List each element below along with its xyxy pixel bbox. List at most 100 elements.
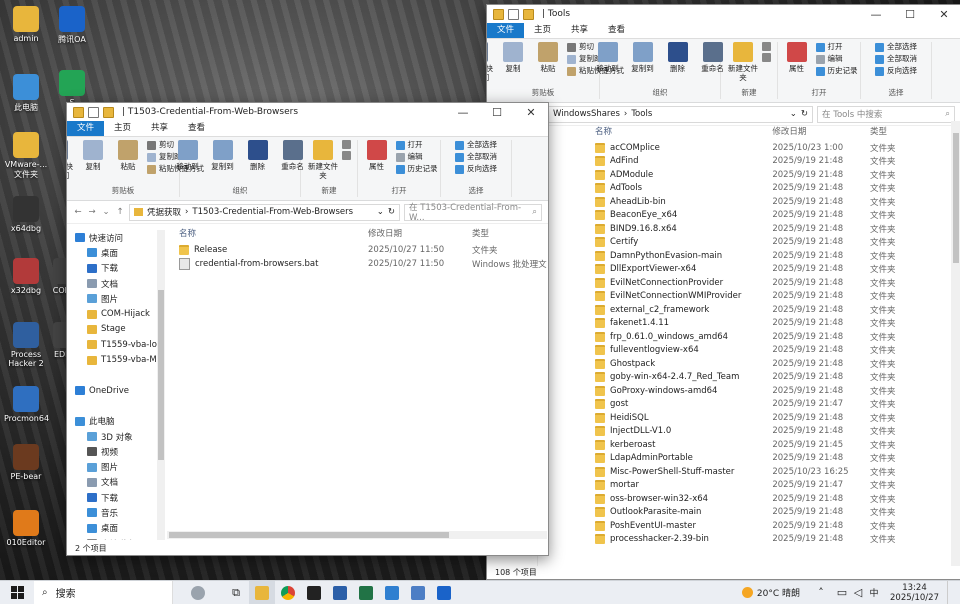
properties-button[interactable]: 属性	[361, 140, 393, 171]
nav-item[interactable]: 3D 对象	[71, 429, 161, 444]
title-bar[interactable]: | T1503-Credential-From-Web-Browsers — ☐…	[67, 103, 548, 121]
volume-icon[interactable]: ◁	[850, 581, 866, 604]
properties-icon[interactable]	[88, 106, 99, 118]
shield-icon[interactable]	[431, 581, 457, 604]
start-button[interactable]	[0, 581, 34, 604]
desktop-icon[interactable]: x32dbg	[4, 258, 48, 295]
edit-button[interactable]: 编辑	[815, 54, 858, 64]
history-button[interactable]: 历史记录	[815, 66, 858, 76]
edit-button[interactable]: 编辑	[395, 152, 438, 162]
breadcrumb-2[interactable]: Tools	[631, 109, 652, 119]
new-folder-button[interactable]: 新建文件夹	[727, 42, 759, 82]
table-row[interactable]: AdTools 2025/9/19 21:48 文件夹	[595, 182, 945, 196]
table-row[interactable]: Release 2025/10/27 11:50 文件夹	[179, 243, 547, 257]
copy-button[interactable]: 复制	[497, 42, 529, 73]
select-all-button[interactable]: 全部选择	[875, 42, 917, 52]
column-name[interactable]: 名称	[595, 125, 772, 137]
properties-icon[interactable]	[508, 8, 519, 20]
vscode-icon[interactable]	[379, 581, 405, 604]
copy-to-button[interactable]: 复制到	[627, 42, 659, 73]
scrollbar-thumb[interactable]	[953, 133, 959, 263]
quick-access-toolbar[interactable]	[487, 8, 534, 20]
file-list[interactable]: 名称 修改日期 类型 acCOMplice 2025/10/23 1:00 文件夹 A…	[595, 121, 945, 567]
desktop-icon[interactable]: 腾讯OA	[50, 6, 94, 45]
nav-item[interactable]: 图片	[71, 291, 161, 306]
easy-access-button[interactable]	[342, 151, 351, 160]
table-row[interactable]: Ghostpack 2025/9/19 21:48 文件夹	[595, 357, 945, 371]
refresh-icon[interactable]: ↻	[388, 207, 395, 217]
title-bar[interactable]: | Tools — ☐ ✕	[487, 5, 960, 23]
file-list[interactable]: 名称 修改日期 类型 Release 2025/10/27 11:50 文件夹 cre…	[179, 223, 547, 533]
invert-selection-button[interactable]: 反向选择	[875, 66, 917, 76]
table-row[interactable]: oss-browser-win32-x64 2025/9/19 21:48 文件夹	[595, 492, 945, 506]
new-folder-icon[interactable]	[523, 8, 534, 20]
close-button[interactable]: ✕	[927, 8, 960, 21]
vertical-scrollbar[interactable]	[951, 121, 960, 567]
network-icon[interactable]: ▭	[834, 581, 850, 604]
table-row[interactable]: Misc-PowerShell-Stuff-master 2025/10/23 1…	[595, 465, 945, 479]
paste-button[interactable]: 粘贴	[112, 140, 144, 171]
table-row[interactable]: LdapAdminPortable 2025/9/19 21:48 文件夹	[595, 452, 945, 466]
table-row[interactable]: fakenet1.4.11 2025/9/19 21:48 文件夹	[595, 317, 945, 331]
pin-button[interactable]: 固定到快速访问	[67, 140, 74, 180]
tab-share[interactable]: 共享	[561, 23, 598, 38]
refresh-icon[interactable]: ↻	[801, 109, 808, 119]
table-row[interactable]: goby-win-x64-2.4.7_Red_Team 2025/9/19 21:…	[595, 371, 945, 385]
table-row[interactable]: EvilNetConnectionWMIProvider 2025/9/19 21…	[595, 290, 945, 304]
nav-item[interactable]: 下载	[71, 490, 161, 505]
notification-icon[interactable]	[947, 581, 960, 604]
explorer-window-tools[interactable]: | Tools — ☐ ✕ 文件 主页 共享 查看 固定到快速访问复制粘贴剪切复…	[486, 4, 960, 580]
desktop-icon[interactable]: 010Editor	[4, 510, 48, 547]
forward-icon[interactable]: →	[87, 207, 97, 217]
nav-item[interactable]: OneDrive	[71, 383, 161, 398]
nav-item[interactable]: Stage	[71, 322, 161, 337]
chevron-down-icon[interactable]: ⌄	[101, 207, 111, 217]
minimize-button[interactable]: —	[859, 8, 893, 21]
breadcrumb-2[interactable]: T1503-Credential-From-Web-Browsers	[192, 207, 353, 217]
column-type[interactable]: 类型	[472, 227, 547, 239]
table-row[interactable]: PoshEventUI-master 2025/9/19 21:48 文件夹	[595, 519, 945, 533]
desktop-icon[interactable]: PE-bear	[4, 444, 48, 481]
tab-share[interactable]: 共享	[141, 121, 178, 136]
table-row[interactable]: AheadLib-bin 2025/9/19 21:48 文件夹	[595, 195, 945, 209]
ime-indicator[interactable]: 中	[866, 581, 882, 604]
new-item-button[interactable]	[342, 140, 351, 149]
history-button[interactable]: 历史记录	[395, 164, 438, 174]
tab-file[interactable]: 文件	[67, 121, 105, 136]
table-row[interactable]: HeidiSQL 2025/9/19 21:48 文件夹	[595, 411, 945, 425]
table-row[interactable]: Certify 2025/9/19 21:48 文件夹	[595, 236, 945, 250]
select-none-button[interactable]: 全部取消	[875, 54, 917, 64]
column-name[interactable]: 名称	[179, 227, 368, 239]
nav-item[interactable]: 视频	[71, 444, 161, 459]
breadcrumb-1[interactable]: WindowsShares	[553, 109, 620, 119]
nav-item[interactable]: 桌面	[71, 245, 161, 260]
column-date[interactable]: 修改日期	[368, 227, 472, 239]
table-row[interactable]: frp_0.61.0_windows_amd64 2025/9/19 21:48 文…	[595, 330, 945, 344]
table-row[interactable]: credential-from-browsers.bat 2025/10/27 1…	[179, 257, 547, 271]
table-row[interactable]: BeaconEye_x64 2025/9/19 21:48 文件夹	[595, 209, 945, 223]
nav-item[interactable]: T1559-vba-MM	[71, 352, 161, 367]
paste-button[interactable]: 粘贴	[532, 42, 564, 73]
task-view-icon[interactable]: ⧉	[223, 581, 249, 604]
column-date[interactable]: 修改日期	[772, 125, 870, 137]
nav-item[interactable]: 音乐	[71, 505, 161, 520]
table-row[interactable]: external_c2_framework 2025/9/19 21:48 文件夹	[595, 303, 945, 317]
tab-view[interactable]: 查看	[178, 121, 215, 136]
back-icon[interactable]: ←	[73, 207, 83, 217]
table-row[interactable]: EvilNetConnectionProvider 2025/9/19 21:48…	[595, 276, 945, 290]
weather-widget[interactable]: 20°C 晴朗	[741, 586, 808, 599]
horizontal-scrollbar[interactable]	[167, 531, 547, 539]
select-none-button[interactable]: 全部取消	[455, 152, 497, 162]
open-button[interactable]: 打开	[815, 42, 858, 52]
table-row[interactable]: acCOMplice 2025/10/23 1:00 文件夹	[595, 141, 945, 155]
new-item-button[interactable]	[762, 42, 771, 51]
desktop-icon[interactable]: VMware-... 文件夹	[4, 132, 48, 180]
table-row[interactable]: processhacker-2.39-bin 2025/9/19 21:48 文件夹	[595, 533, 945, 547]
table-row[interactable]: DllExportViewer-x64 2025/9/19 21:48 文件夹	[595, 263, 945, 277]
nav-scrollbar[interactable]	[157, 230, 165, 540]
nav-item[interactable]: 快速访问	[71, 230, 161, 245]
desktop-icon[interactable]: Procmon64	[4, 386, 49, 423]
nav-item[interactable]: 文档	[71, 276, 161, 291]
excel-icon[interactable]	[353, 581, 379, 604]
minimize-button[interactable]: —	[446, 106, 480, 119]
